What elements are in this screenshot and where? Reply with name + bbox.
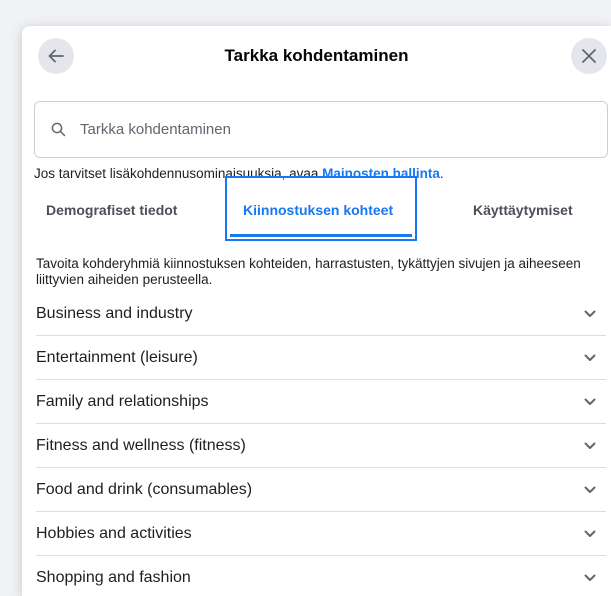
tab-demographics[interactable]: Demografiset tiedot <box>46 202 177 218</box>
category-label: Shopping and fashion <box>36 568 191 586</box>
category-label: Hobbies and activities <box>36 524 192 542</box>
chevron-down-icon <box>584 354 596 362</box>
category-label: Fitness and wellness (fitness) <box>36 436 246 454</box>
chevron-down-icon <box>584 310 596 318</box>
search-icon <box>51 122 66 137</box>
tab-interests[interactable]: Kiinnostuksen kohteet <box>243 202 393 218</box>
category-row-shopping[interactable]: Shopping and fashion <box>36 556 606 596</box>
background-page <box>0 0 20 596</box>
close-icon <box>581 48 597 64</box>
chevron-down-icon <box>584 398 596 406</box>
category-row-entertainment[interactable]: Entertainment (leisure) <box>36 336 606 380</box>
hint-suffix: . <box>439 166 444 181</box>
category-label: Food and drink (consumables) <box>36 480 253 498</box>
category-list: Business and industry Entertainment (lei… <box>36 292 606 596</box>
category-label: Family and relationships <box>36 392 209 410</box>
category-row-fitness[interactable]: Fitness and wellness (fitness) <box>36 424 606 468</box>
category-row-family[interactable]: Family and relationships <box>36 380 606 424</box>
category-row-business[interactable]: Business and industry <box>36 292 606 336</box>
tab-description: Tavoita kohderyhmiä kiinnostuksen kohtei… <box>36 256 581 287</box>
chevron-down-icon <box>584 442 596 450</box>
search-input[interactable]: Tarkka kohdentaminen <box>34 101 608 158</box>
dialog-title: Tarkka kohdentaminen <box>224 46 409 65</box>
category-row-hobbies[interactable]: Hobbies and activities <box>36 512 606 556</box>
category-label: Entertainment (leisure) <box>36 348 198 366</box>
search-placeholder: Tarkka kohdentaminen <box>80 121 231 138</box>
tab-behaviors[interactable]: Käyttäytymiset <box>473 202 573 218</box>
detailed-targeting-dialog: Tarkka kohdentaminen Tarkka kohdentamine… <box>22 26 611 596</box>
category-label: Business and industry <box>36 304 193 322</box>
chevron-down-icon <box>584 574 596 582</box>
chevron-down-icon <box>584 530 596 538</box>
close-button[interactable] <box>571 38 607 74</box>
chevron-down-icon <box>584 486 596 494</box>
active-tab-indicator <box>230 234 412 237</box>
category-row-food[interactable]: Food and drink (consumables) <box>36 468 606 512</box>
